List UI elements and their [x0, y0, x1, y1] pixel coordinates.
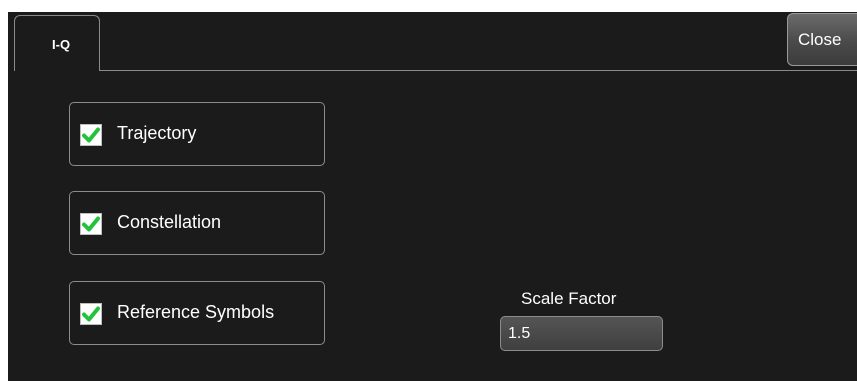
tab-iq[interactable]: I-Q [14, 15, 100, 71]
left-edge [0, 0, 8, 381]
reference-symbols-label: Reference Symbols [117, 302, 275, 322]
constellation-label: Constellation [117, 212, 222, 232]
checkmark-icon [80, 124, 102, 146]
checkmark-icon [80, 213, 102, 235]
checkmark-icon [80, 303, 102, 325]
close-button-label: Close [798, 30, 842, 49]
trajectory-checkbox[interactable]: Trajectory [69, 102, 325, 166]
trajectory-label: Trajectory [117, 123, 197, 143]
scale-factor-label: Scale Factor [521, 289, 617, 308]
scale-factor-input[interactable]: 1.5 [500, 316, 663, 351]
reference-symbols-checkbox[interactable]: Reference Symbols [69, 281, 325, 345]
close-button[interactable]: Close [787, 13, 857, 66]
constellation-checkbox[interactable]: Constellation [69, 191, 325, 255]
scale-factor-value: 1.5 [508, 325, 531, 342]
tab-iq-label: I-Q [52, 37, 71, 52]
tab-bar-divider [100, 70, 857, 71]
top-edge [0, 0, 857, 12]
